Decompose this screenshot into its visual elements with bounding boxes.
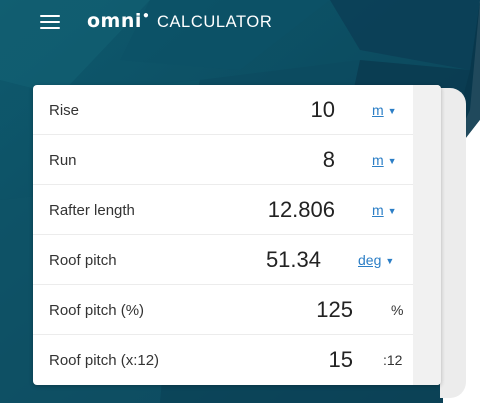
card-right-strip (413, 85, 441, 385)
dropdown-caret-icon: ▼ (387, 206, 397, 216)
card-shadow (440, 88, 466, 398)
rise-value[interactable]: 10 (311, 97, 335, 123)
row-roof-pitch-percent: Roof pitch (%) 125 % (33, 285, 413, 335)
rafter-length-unit-select[interactable]: m ▼ (372, 202, 397, 218)
logo-word: omni (87, 10, 142, 32)
logo-dot-icon: ● (142, 10, 149, 21)
rise-unit-select[interactable]: m ▼ (372, 102, 397, 118)
rise-label: Rise (49, 101, 80, 119)
rafter-length-label: Rafter length (49, 201, 135, 219)
row-rafter-length: Rafter length 12.806 m ▼ (33, 185, 413, 235)
dropdown-caret-icon: ▼ (387, 156, 397, 166)
calculator-card: Rise 10 m ▼ Run 8 m ▼ Rafter length 12.806… (33, 85, 441, 385)
roof-pitch-unit-select[interactable]: deg ▼ (358, 252, 394, 268)
top-bar: omni ● CALCULATOR (0, 0, 480, 44)
omni-logo[interactable]: omni ● CALCULATOR (87, 10, 272, 34)
roof-pitch-x12-value[interactable]: 15 (329, 347, 353, 373)
roof-pitch-percent-value[interactable]: 125 (316, 297, 353, 323)
run-value[interactable]: 8 (323, 147, 335, 173)
dropdown-caret-icon: ▼ (387, 106, 397, 116)
roof-pitch-x12-label: Roof pitch (x:12) (49, 351, 160, 369)
dropdown-caret-icon: ▼ (385, 256, 395, 266)
row-roof-pitch-x12: Roof pitch (x:12) 15 :12 (33, 335, 413, 385)
hamburger-menu-icon[interactable] (40, 15, 60, 29)
logo-product: CALCULATOR (156, 13, 273, 31)
roof-pitch-label: Roof pitch (49, 251, 117, 269)
roof-pitch-percent-label: Roof pitch (%) (49, 301, 145, 319)
rafter-length-value[interactable]: 12.806 (268, 197, 335, 223)
roof-pitch-value[interactable]: 51.34 (266, 247, 321, 273)
percent-unit: % (391, 302, 404, 318)
row-run: Run 8 m ▼ (33, 135, 413, 185)
run-unit-select[interactable]: m ▼ (372, 152, 397, 168)
row-roof-pitch: Roof pitch 51.34 deg ▼ (33, 235, 413, 285)
row-rise: Rise 10 m ▼ (33, 85, 413, 135)
run-label: Run (49, 151, 77, 169)
x12-unit: :12 (383, 352, 403, 368)
